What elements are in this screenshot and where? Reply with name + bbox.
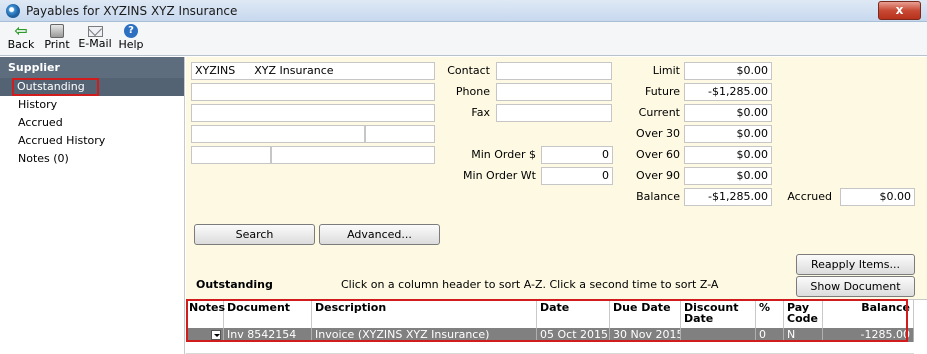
print-label: Print xyxy=(44,38,70,51)
table-row[interactable]: Inv 8542154 Invoice (XYZINS XYZ Insuranc… xyxy=(186,328,914,342)
pay-code-cell: N xyxy=(784,328,823,342)
min-order-label: Min Order $ xyxy=(471,148,536,161)
sidebar-header: Supplier xyxy=(0,57,184,78)
sidebar-item-label: Outstanding xyxy=(12,78,99,96)
over60-label: Over 60 xyxy=(636,148,680,161)
window-title: Payables for XYZINS XYZ Insurance xyxy=(26,4,238,18)
address-line-5-field[interactable] xyxy=(191,146,271,164)
over30-label: Over 30 xyxy=(636,127,680,140)
help-button[interactable]: ? Help xyxy=(117,24,145,54)
back-button[interactable]: ⇦ Back xyxy=(6,21,36,54)
sidebar-item-outstanding[interactable]: Outstanding xyxy=(0,78,184,96)
discount-date-cell xyxy=(681,328,756,342)
document-cell: Inv 8542154 xyxy=(224,328,312,342)
back-label: Back xyxy=(7,38,35,51)
current-field: $0.00 xyxy=(684,104,772,122)
min-order-wt-field[interactable]: 0 xyxy=(541,167,613,185)
col-discount-date[interactable]: Discount Date xyxy=(681,300,756,328)
sidebar-item-notes[interactable]: Notes (0) xyxy=(0,150,184,168)
due-date-cell: 30 Nov 2015 xyxy=(610,328,681,342)
over90-label: Over 90 xyxy=(636,169,680,182)
limit-label: Limit xyxy=(652,64,680,77)
supplier-name: XYZ Insurance xyxy=(254,64,334,77)
print-button[interactable]: Print xyxy=(42,24,72,54)
col-due-date[interactable]: Due Date xyxy=(610,300,681,328)
close-button[interactable]: x xyxy=(878,1,921,20)
email-icon xyxy=(87,26,103,37)
outstanding-grid: Notes Document Description Date Due Date… xyxy=(186,299,927,354)
sidebar-item-history[interactable]: History xyxy=(0,96,184,114)
date-cell: 05 Oct 2015 xyxy=(537,328,610,342)
phone-field[interactable] xyxy=(496,83,612,101)
accrued-field: $0.00 xyxy=(840,188,915,206)
advanced-button[interactable]: Advanced... xyxy=(319,224,440,245)
accrued-label: Accrued xyxy=(787,190,832,203)
col-document[interactable]: Document xyxy=(224,300,312,328)
supplier-name-field[interactable]: XYZINS XYZ Insurance xyxy=(191,62,435,80)
address-line-6-field[interactable] xyxy=(271,146,435,164)
col-percent[interactable]: % xyxy=(756,300,784,328)
fax-field[interactable] xyxy=(496,104,612,122)
min-order-field[interactable]: 0 xyxy=(541,146,613,164)
address-line-3-field[interactable] xyxy=(191,125,365,143)
balance-label: Balance xyxy=(636,190,680,203)
contact-label: Contact xyxy=(447,64,490,77)
app-icon xyxy=(6,4,20,18)
address-line-1-field[interactable] xyxy=(191,83,435,101)
reapply-items-button[interactable]: Reapply Items... xyxy=(796,254,915,275)
address-line-4-field[interactable] xyxy=(365,125,435,143)
contact-field[interactable] xyxy=(496,62,612,80)
col-notes[interactable]: Notes xyxy=(186,300,225,328)
description-cell: Invoice (XYZINS XYZ Insurance) xyxy=(312,328,537,342)
empty-row xyxy=(186,342,914,354)
current-label: Current xyxy=(638,106,680,119)
percent-cell: 0 xyxy=(756,328,784,342)
sort-hint: Click on a column header to sort A-Z. Cl… xyxy=(341,278,719,291)
sidebar: Supplier Outstanding History Accrued Acc… xyxy=(0,57,185,354)
grid-header: Notes Document Description Date Due Date… xyxy=(186,300,927,328)
help-icon: ? xyxy=(124,24,138,38)
email-label: E-Mail xyxy=(78,37,112,50)
address-line-2-field[interactable] xyxy=(191,104,435,122)
print-icon xyxy=(50,24,64,38)
back-arrow-icon: ⇦ xyxy=(14,21,28,40)
col-balance[interactable]: Balance xyxy=(823,300,914,328)
title-bar: Payables for XYZINS XYZ Insurance x xyxy=(0,0,927,22)
balance-field: -$1,285.00 xyxy=(684,188,772,206)
show-document-button[interactable]: Show Document xyxy=(796,276,915,297)
fax-label: Fax xyxy=(471,106,490,119)
supplier-code: XYZINS xyxy=(195,64,236,77)
sidebar-item-accrued-history[interactable]: Accrued History xyxy=(0,132,184,150)
sidebar-item-accrued[interactable]: Accrued xyxy=(0,114,184,132)
over90-field: $0.00 xyxy=(684,167,772,185)
email-button[interactable]: E-Mail xyxy=(76,24,114,54)
main-panel: XYZINS XYZ Insurance Contact Phone Fax M… xyxy=(186,57,927,354)
col-date[interactable]: Date xyxy=(537,300,610,328)
min-order-wt-label: Min Order Wt xyxy=(463,169,536,182)
limit-field: $0.00 xyxy=(684,62,772,80)
future-field: -$1,285.00 xyxy=(684,83,772,101)
outstanding-section-title: Outstanding xyxy=(196,278,273,291)
future-label: Future xyxy=(644,85,680,98)
phone-label: Phone xyxy=(455,85,490,98)
search-button[interactable]: Search xyxy=(194,224,315,245)
dropdown-arrow-icon[interactable] xyxy=(211,330,221,340)
over60-field: $0.00 xyxy=(684,146,772,164)
toolbar: ⇦ Back Print E-Mail ? Help xyxy=(0,22,927,56)
notes-cell[interactable] xyxy=(186,328,224,342)
balance-cell: -1285.00 xyxy=(823,328,914,342)
over30-field: $0.00 xyxy=(684,125,772,143)
help-label: Help xyxy=(118,38,144,51)
col-description[interactable]: Description xyxy=(312,300,537,328)
col-pay-code[interactable]: Pay Code xyxy=(784,300,823,328)
